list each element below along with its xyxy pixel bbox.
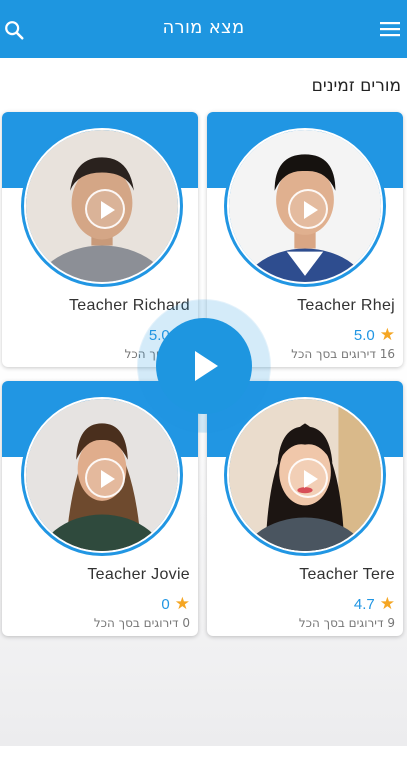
rating-value: 4.7 [353, 595, 375, 613]
review-count: 9 דירוגים בסך הכל [298, 616, 395, 630]
teacher-card[interactable]: Teacher Tere 4.7 ★ 9 דירוגים בסך הכל [207, 381, 403, 636]
teacher-name: Teacher Rhej [297, 297, 395, 314]
teacher-card[interactable]: Teacher Jovie 0 ★ 0 דירוגים בסך הכל [2, 381, 198, 636]
rating-value: 5.0 [353, 326, 375, 344]
play-video-icon[interactable] [288, 189, 328, 229]
rating-row: 0 ★ [161, 594, 190, 614]
play-icon[interactable] [156, 318, 252, 414]
star-icon: ★ [379, 325, 395, 345]
rating-row: 4.7 ★ [354, 594, 395, 614]
teacher-name: Teacher Jovie [87, 566, 190, 583]
review-count: 16 דירוגים בסך הכל [291, 347, 395, 361]
play-video-icon[interactable] [85, 189, 125, 229]
rating-value: 0 [161, 595, 170, 613]
teacher-photo-frame [224, 394, 386, 556]
page-title: מצא מורה [162, 17, 245, 38]
teacher-photo [24, 128, 180, 284]
teacher-card[interactable]: Teacher Richard 5.0 ★ גים בסך הכל [2, 112, 198, 367]
teacher-photo-frame [21, 125, 183, 287]
teacher-name: Teacher Tere [299, 566, 395, 583]
star-icon: ★ [379, 594, 395, 614]
teacher-photo [24, 397, 180, 553]
teacher-photo [227, 397, 383, 553]
rating-row: 5.0 ★ [354, 325, 395, 345]
teacher-photo [227, 128, 383, 284]
play-video-icon[interactable] [85, 458, 125, 498]
review-count: 0 דירוגים בסך הכל [93, 616, 190, 630]
teacher-photo-frame [21, 394, 183, 556]
teacher-photo-frame [224, 125, 386, 287]
section-title: מורים זמינים [311, 76, 401, 96]
teacher-name: Teacher Richard [69, 297, 190, 314]
star-icon: ★ [174, 594, 190, 614]
bottom-strip [0, 746, 407, 768]
hamburger-menu-icon[interactable] [379, 20, 401, 38]
app-header: מצא מורה [0, 0, 407, 58]
teacher-card[interactable]: Teacher Rhej 5.0 ★ 16 דירוגים בסך הכל [207, 112, 403, 367]
play-video-icon[interactable] [288, 458, 328, 498]
